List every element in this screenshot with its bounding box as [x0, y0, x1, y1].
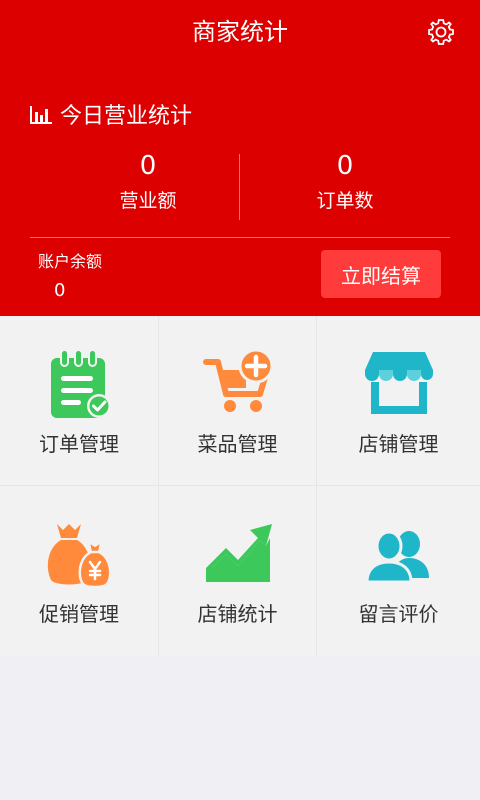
menu-reviews[interactable]: 留言评价	[317, 486, 480, 656]
settle-now-button[interactable]: 立即结算	[321, 250, 441, 298]
menu-label: 店铺管理	[358, 432, 439, 456]
orders-metric[interactable]: 0 订单数	[225, 150, 465, 214]
divider-line	[30, 237, 450, 238]
settings-button[interactable]	[422, 13, 460, 51]
cart-add-icon	[202, 348, 273, 412]
menu-label: 留言评价	[358, 602, 439, 626]
menu-store-management[interactable]: 店铺管理	[317, 316, 480, 486]
menu-dish-management[interactable]: 菜品管理	[159, 316, 317, 486]
order-clipboard-icon	[51, 349, 111, 418]
menu-promotion-management[interactable]: 促销管理	[0, 486, 159, 656]
orders-value: 0	[336, 151, 354, 181]
menu-label: 店铺统计	[197, 602, 278, 626]
money-bag-icon	[47, 524, 112, 589]
trend-chart-icon	[205, 524, 272, 582]
function-grid: 订单管理 菜品管理 店铺管理 促销管理 店铺统计 留言评价	[0, 316, 480, 656]
orders-label: 订单数	[316, 190, 374, 212]
balance-label: 账户余额	[38, 252, 103, 271]
bar-chart-icon	[30, 106, 52, 124]
menu-store-statistics[interactable]: 店铺统计	[159, 486, 317, 656]
page-title: 商家统计	[192, 18, 288, 46]
header-bar: 商家统计	[0, 0, 480, 64]
today-stats-panel: 今日营业统计 0 营业额 0 订单数 账户余额 0 立即结算	[0, 64, 480, 316]
stats-title: 今日营业统计	[60, 104, 193, 129]
menu-order-management[interactable]: 订单管理	[0, 316, 159, 486]
users-icon	[364, 530, 429, 584]
menu-label: 菜品管理	[197, 432, 278, 456]
store-icon	[364, 352, 433, 414]
menu-label: 订单管理	[39, 432, 119, 456]
balance-value: 0	[54, 280, 66, 301]
menu-label: 促销管理	[39, 602, 119, 626]
stats-title-row: 今日营业统计	[30, 98, 192, 130]
gear-icon	[428, 19, 454, 45]
